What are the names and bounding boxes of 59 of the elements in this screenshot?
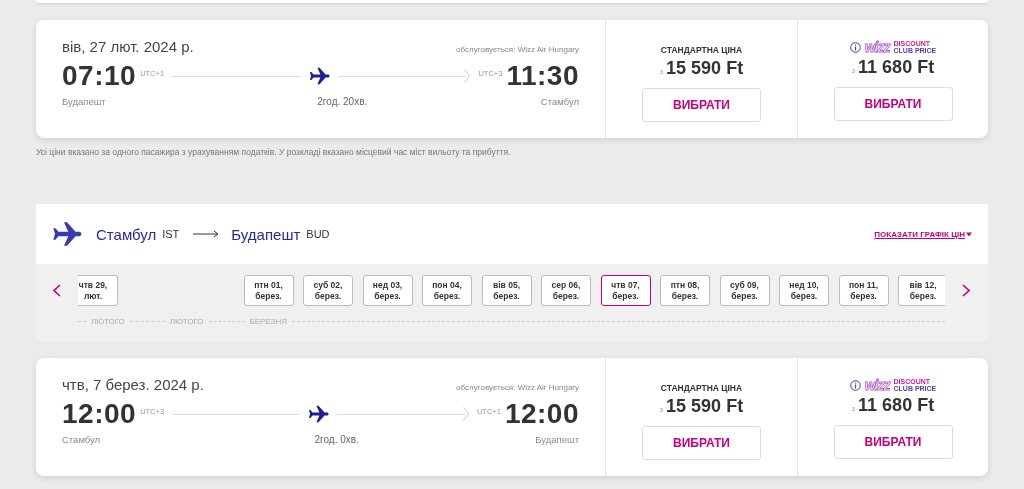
operator-text: обслуговується: Wizz Air Hungary (456, 45, 579, 54)
club-logo: wizz (864, 377, 890, 393)
price-chart-link[interactable]: ПОКАЗАТИ ГРАФІК ЦІН (874, 229, 965, 239)
fare-price: 15 590 Ft (666, 58, 744, 79)
date-tile[interactable]: вів 05, берез. (481, 275, 532, 306)
date-tile[interactable]: пон 04, берез. (422, 275, 472, 306)
arrival-city: Стамбул (540, 96, 579, 107)
flight-date: вів, 27 лют. 2024 р. (62, 38, 194, 55)
plane-icon (308, 405, 329, 423)
date-tile[interactable]: суб 02, берез. (303, 275, 353, 306)
select-button[interactable]: ВИБРАТИ (642, 426, 761, 460)
arrowhead-icon (462, 407, 469, 421)
month-label: ЛЮТОГО (91, 317, 125, 326)
airport-code: IST (162, 228, 180, 240)
arrival-time: 12:00 (504, 398, 579, 430)
select-button[interactable]: ВИБРАТИ (833, 87, 953, 121)
departure-time: 07:10 (62, 60, 137, 92)
select-button[interactable]: ВИБРАТИ (642, 88, 761, 122)
fare-label: СТАНДАРТНА ЦІНА (660, 44, 743, 56)
flight-date: чтв, 7 берез. 2024 р. (62, 376, 204, 393)
date-tile[interactable]: нед 10, берез. (779, 275, 829, 306)
fare-price: 15 590 Ft (666, 396, 744, 417)
departure-city: Стамбул (62, 434, 101, 445)
operator-text: обслуговується: Wizz Air Hungary (456, 383, 579, 392)
arrival-city: Будапешт (535, 434, 579, 445)
fare-label: СТАНДАРТНА ЦІНА (660, 382, 743, 394)
arrowhead-icon (464, 69, 471, 83)
select-button[interactable]: ВИБРАТИ (833, 425, 953, 459)
arrival-time: 11:30 (506, 60, 579, 92)
info-icon[interactable] (849, 41, 861, 53)
origin-city: Стамбул (96, 225, 157, 243)
date-tile[interactable]: птн 01, берез. (243, 275, 294, 306)
date-tile[interactable]: вів 12, берез. (898, 275, 945, 306)
date-tile[interactable]: чтв 29, лют. (78, 275, 118, 306)
info-icon[interactable] (849, 379, 861, 391)
date-tile[interactable]: нед 03, берез. (362, 275, 413, 306)
chevron-right-icon (962, 284, 970, 297)
fare-price: 11 680 Ft (858, 57, 935, 78)
date-tile[interactable]: пон 11, берез. (838, 275, 889, 306)
date-tile[interactable]: сер 06, берез. (541, 275, 591, 306)
airport-code: BUD (306, 228, 330, 240)
date-tile[interactable]: птн 08, берез. (660, 275, 710, 306)
chevron-left-icon (53, 284, 61, 297)
flight-duration: 2год. 20хв. (317, 96, 368, 107)
date-tile[interactable]: суб 09, берез. (719, 275, 770, 306)
plane-icon (308, 67, 330, 85)
date-tile[interactable]: чтв 07, берез. (600, 275, 651, 306)
destination-city: Будапешт (231, 225, 301, 243)
flight-duration: 2год. 0хв. (314, 434, 359, 445)
departure-city: Будапешт (62, 96, 106, 107)
price-note: Усі ціни вказано за одного пасажира з урахуванням податків. У розкладі вказано місцевий час міст вильоту та прибуття. (36, 147, 512, 157)
arrow-icon (193, 230, 220, 238)
caret-icon[interactable] (966, 231, 972, 237)
month-label: ЛЮТОГО (169, 317, 204, 326)
fare-price: 11 680 Ft (858, 395, 935, 416)
plane-icon (52, 221, 82, 247)
club-logo: wizz (864, 39, 890, 55)
month-label: БЕРЕЗНЯ (249, 317, 287, 326)
departure-time: 12:00 (62, 398, 137, 430)
